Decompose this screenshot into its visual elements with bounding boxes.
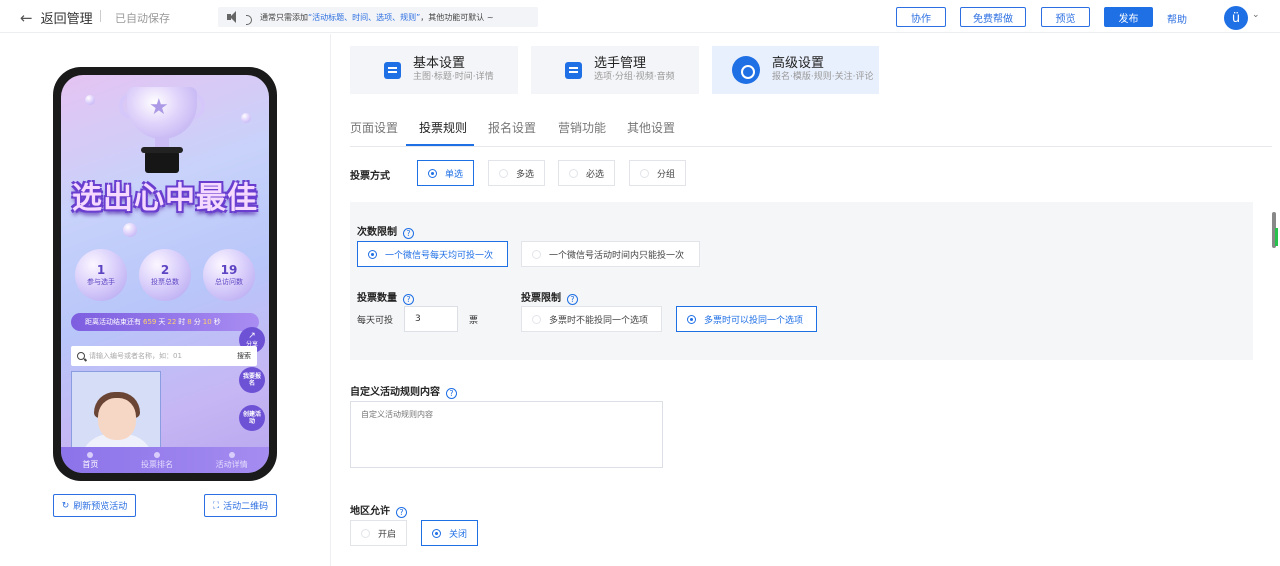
region-label: 地区允许? xyxy=(350,502,407,518)
vote-limits-panel xyxy=(350,202,1253,360)
gear-icon xyxy=(732,56,760,84)
tab-home[interactable]: 首页 xyxy=(82,451,98,469)
vote-limit-allow-repeat[interactable]: 多票时可以投同一个选项 xyxy=(676,306,817,332)
phone-tabbar: 首页 投票排名 活动详情 xyxy=(61,447,269,473)
step-advanced-settings[interactable]: 高级设置 报名·模版·规则·关注·评论 xyxy=(712,46,879,94)
autosave-status: 已自动保存 xyxy=(115,12,170,25)
bubble-decoration xyxy=(123,223,137,237)
player-search[interactable]: 请输入编号或者名称，如：01 搜索 xyxy=(71,346,257,366)
radio-icon xyxy=(361,528,370,538)
vote-method-single[interactable]: 单选 xyxy=(417,160,474,186)
qrcode-button[interactable]: ⛶ 活动二维码 xyxy=(204,494,277,517)
tab-signup-settings[interactable]: 报名设置 xyxy=(488,119,536,136)
radio-icon xyxy=(687,314,696,324)
create-activity-button[interactable]: 创建活动 xyxy=(239,405,265,431)
top-bar: ← 返回管理 已自动保存 通常只需添加“活动标题、时间、选项、规则”，其他功能可… xyxy=(0,0,1280,33)
vote-limit-no-repeat[interactable]: 多票时不能投同一个选项 xyxy=(521,306,662,332)
divider xyxy=(330,34,331,566)
stat-visits: 19 总访问数 xyxy=(203,249,255,301)
refresh-preview-button[interactable]: ↻ 刷新预览活动 xyxy=(53,494,136,517)
active-tab-indicator xyxy=(406,144,474,146)
speaker-icon xyxy=(226,10,252,25)
tab-details[interactable]: 活动详情 xyxy=(216,451,248,469)
custom-rules-textarea[interactable] xyxy=(350,401,663,468)
vote-count-unit: 票 xyxy=(469,316,479,326)
radio-icon xyxy=(569,168,578,178)
trophy-base xyxy=(141,147,183,173)
search-icon xyxy=(77,352,85,360)
help-link[interactable]: 帮助 xyxy=(1167,11,1187,26)
publish-button[interactable]: 发布 xyxy=(1104,7,1153,27)
count-limit-daily[interactable]: 一个微信号每天均可投一次 xyxy=(357,241,508,267)
ranking-icon xyxy=(153,451,160,458)
tab-ranking[interactable]: 投票排名 xyxy=(141,451,173,469)
step-basic-settings[interactable]: 基本设置 主图·标题·时间·详情 xyxy=(350,46,518,94)
vote-count-label: 投票数量? xyxy=(357,289,414,305)
preview-button[interactable]: 预览 xyxy=(1041,7,1090,27)
tab-other-settings[interactable]: 其他设置 xyxy=(627,119,675,136)
edit-icon xyxy=(384,61,401,79)
notice-bar: 通常只需添加“活动标题、时间、选项、规则”，其他功能可默认 ~ xyxy=(218,7,538,27)
bubble-decoration xyxy=(241,113,251,123)
radio-icon xyxy=(432,528,441,538)
vote-method-label: 投票方式 xyxy=(350,171,390,182)
radio-icon xyxy=(368,249,377,259)
help-icon[interactable]: ? xyxy=(567,294,578,305)
arrow-left-icon: ← xyxy=(20,8,33,27)
stat-participants: 1 参与选手 xyxy=(75,249,127,301)
region-disable[interactable]: 关闭 xyxy=(421,520,478,546)
vote-limit-label: 投票限制? xyxy=(521,289,578,305)
vote-method-multiple[interactable]: 多选 xyxy=(488,160,545,186)
phone-screen: ★ 选出心中最佳 1 参与选手 2 投票总数 19 总访问数 距离活动结束还有 … xyxy=(61,75,269,473)
refresh-icon: ↻ xyxy=(61,500,70,511)
back-button[interactable]: ← 返回管理 xyxy=(20,8,93,28)
help-icon[interactable]: ? xyxy=(403,294,414,305)
free-help-button[interactable]: 免费帮做 xyxy=(960,7,1026,27)
radio-icon xyxy=(640,168,649,178)
details-icon xyxy=(228,451,235,458)
radio-icon xyxy=(499,168,508,178)
tabs-divider xyxy=(350,146,1272,147)
star-icon: ★ xyxy=(149,95,169,120)
search-input[interactable]: 请输入编号或者名称，如：01 xyxy=(89,351,233,361)
step-player-management[interactable]: 选手管理 选项·分组·视频·音频 xyxy=(531,46,699,94)
phone-preview: ★ 选出心中最佳 1 参与选手 2 投票总数 19 总访问数 距离活动结束还有 … xyxy=(53,67,277,481)
collab-button[interactable]: 协作 xyxy=(896,7,946,27)
count-limit-label: 次数限制? xyxy=(357,223,414,239)
banner-title: 选出心中最佳 xyxy=(72,181,258,216)
stat-votes: 2 投票总数 xyxy=(139,249,191,301)
help-icon[interactable]: ? xyxy=(396,507,407,518)
share-icon: ↗ xyxy=(248,331,256,341)
home-icon xyxy=(87,451,94,458)
vote-count-input[interactable] xyxy=(404,306,458,332)
help-icon[interactable]: ? xyxy=(446,388,457,399)
tab-marketing[interactable]: 营销功能 xyxy=(558,119,606,136)
radio-icon xyxy=(532,249,541,259)
notice-text: 通常只需添加“活动标题、时间、选项、规则”，其他功能可默认 ~ xyxy=(260,12,494,22)
scroll-indicator xyxy=(1275,228,1278,246)
tab-vote-rules[interactable]: 投票规则 xyxy=(419,119,467,136)
vote-count-prefix: 每天可投 xyxy=(357,316,394,326)
count-limit-once[interactable]: 一个微信号活动时间内只能投一次 xyxy=(521,241,700,267)
avatar[interactable]: ü xyxy=(1224,6,1248,30)
radio-icon xyxy=(428,168,437,178)
custom-rules-label: 自定义活动规则内容? xyxy=(350,383,457,399)
radio-icon xyxy=(532,314,541,324)
vote-method-required[interactable]: 必选 xyxy=(558,160,615,186)
vote-method-group[interactable]: 分组 xyxy=(629,160,686,186)
qrcode-icon: ⛶ xyxy=(212,500,220,511)
countdown-bar: 距离活动结束还有 659 天 22 时 8分 10 秒 xyxy=(71,313,259,331)
tab-page-settings[interactable]: 页面设置 xyxy=(350,119,398,136)
help-icon[interactable]: ? xyxy=(403,228,414,239)
back-label: 返回管理 xyxy=(40,12,93,27)
player-photo xyxy=(98,398,136,440)
divider xyxy=(100,10,101,22)
bubble-decoration xyxy=(85,95,95,105)
search-button[interactable]: 搜索 xyxy=(237,351,251,361)
region-enable[interactable]: 开启 xyxy=(350,520,407,546)
list-icon xyxy=(565,61,582,79)
signup-button[interactable]: 我要报名 xyxy=(239,367,265,393)
player-card[interactable] xyxy=(71,371,161,451)
chevron-down-icon[interactable]: ⌄ xyxy=(1252,10,1260,20)
